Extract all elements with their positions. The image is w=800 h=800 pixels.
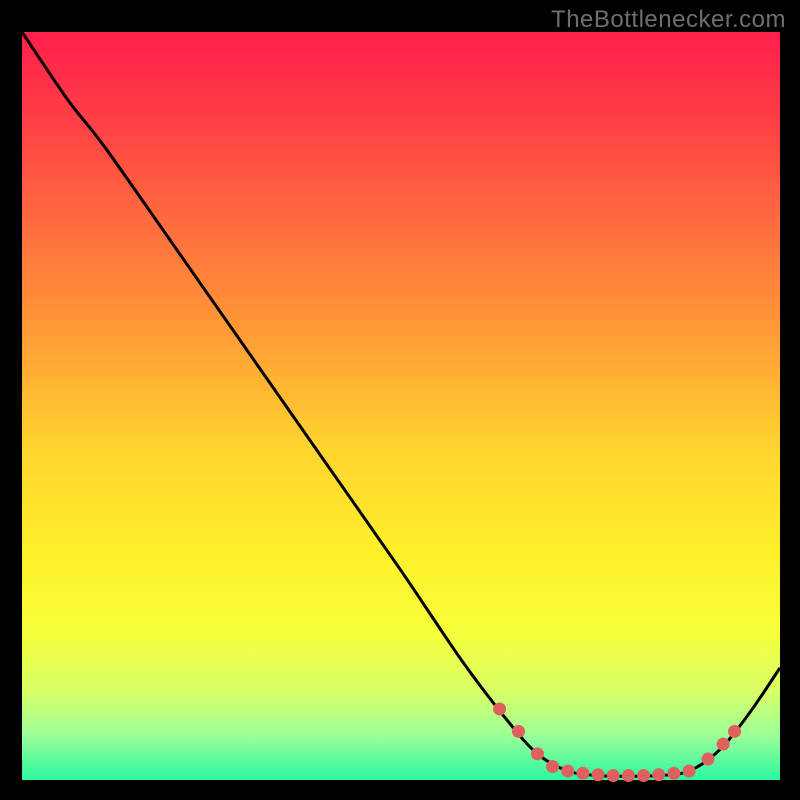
curve-marker bbox=[561, 765, 574, 778]
gradient-background bbox=[22, 32, 780, 780]
curve-marker bbox=[728, 725, 741, 738]
curve-marker bbox=[622, 769, 635, 782]
watermark-text: TheBottlenecker.com bbox=[551, 6, 786, 34]
curve-marker bbox=[592, 768, 605, 781]
curve-marker bbox=[701, 753, 714, 766]
curve-marker bbox=[607, 769, 620, 782]
chart-stage: TheBottlenecker.com bbox=[0, 0, 800, 800]
curve-marker bbox=[576, 767, 589, 780]
curve-marker bbox=[683, 765, 696, 778]
curve-marker bbox=[512, 725, 525, 738]
curve-marker bbox=[652, 768, 665, 781]
bottleneck-chart bbox=[0, 0, 800, 800]
curve-marker bbox=[546, 760, 559, 773]
curve-marker bbox=[637, 769, 650, 782]
curve-marker bbox=[667, 767, 680, 780]
curve-marker bbox=[493, 702, 506, 715]
curve-marker bbox=[717, 738, 730, 751]
curve-marker bbox=[531, 747, 544, 760]
